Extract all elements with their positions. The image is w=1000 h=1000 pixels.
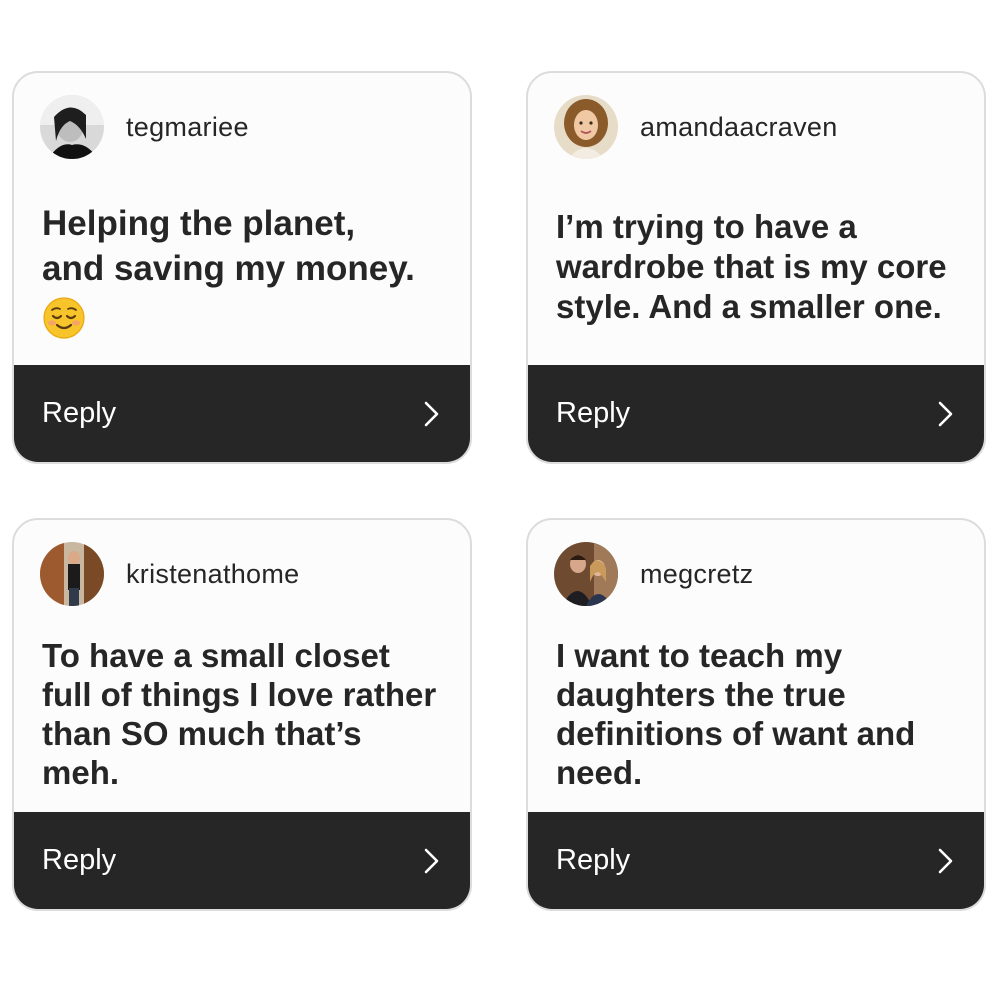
response-card: megcretz I want to teach my daughters th… <box>526 518 986 911</box>
response-card: tegmariee Helping the planet, and saving… <box>12 71 472 464</box>
reply-button[interactable]: Reply <box>14 812 470 909</box>
avatar[interactable] <box>40 95 104 159</box>
reply-button[interactable]: Reply <box>528 812 984 909</box>
reply-button[interactable]: Reply <box>14 365 470 462</box>
smiling-face-emoji <box>43 297 85 339</box>
response-card: amandaacraven I’m trying to have a wardr… <box>526 71 986 464</box>
username[interactable]: amandaacraven <box>640 112 838 143</box>
avatar[interactable] <box>554 542 618 606</box>
message-text: I want to teach my daughters the true de… <box>556 637 916 791</box>
card-header: kristenathome <box>40 542 299 606</box>
chevron-right-icon <box>938 848 953 873</box>
reply-label: Reply <box>556 844 631 876</box>
username[interactable]: megcretz <box>640 559 753 590</box>
chevron-right-icon <box>424 401 439 426</box>
card-header: amandaacraven <box>554 95 838 159</box>
chevron-right-icon <box>424 848 439 873</box>
message-text: Helping the planet, and saving my money. <box>42 201 446 340</box>
message-text: I’m trying to have a wardrobe that is my… <box>556 208 947 325</box>
chevron-right-icon <box>938 401 953 426</box>
username[interactable]: kristenathome <box>126 559 299 590</box>
avatar[interactable] <box>554 95 618 159</box>
reply-label: Reply <box>42 844 117 876</box>
message-text: To have a small closet full of things I … <box>42 637 437 791</box>
reply-label: Reply <box>556 397 631 429</box>
response-card: kristenathome To have a small closet ful… <box>12 518 472 911</box>
avatar[interactable] <box>40 542 104 606</box>
username[interactable]: tegmariee <box>126 112 249 143</box>
card-header: megcretz <box>554 542 753 606</box>
card-header: tegmariee <box>40 95 249 159</box>
reply-label: Reply <box>42 397 117 429</box>
reply-button[interactable]: Reply <box>528 365 984 462</box>
